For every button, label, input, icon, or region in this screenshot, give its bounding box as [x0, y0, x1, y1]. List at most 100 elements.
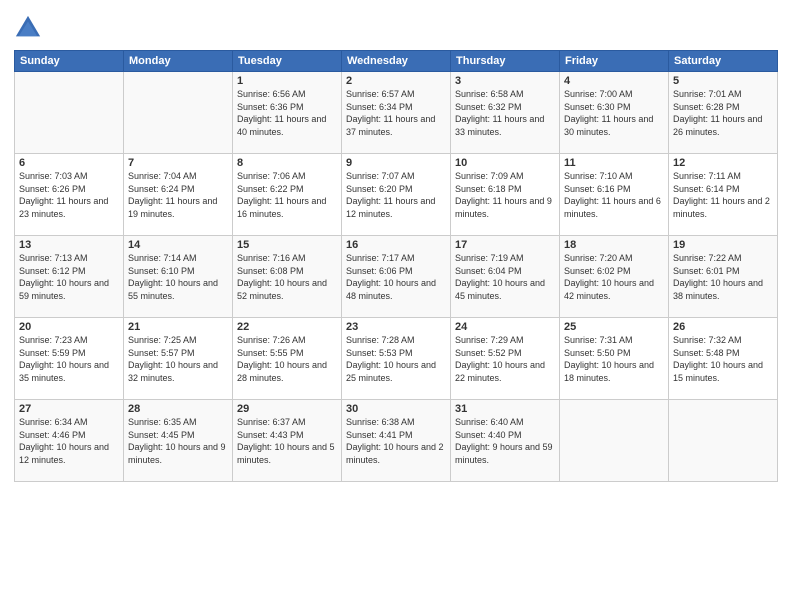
week-row-5: 27Sunrise: 6:34 AMSunset: 4:46 PMDayligh… [15, 400, 778, 482]
week-row-1: 1Sunrise: 6:56 AMSunset: 6:36 PMDaylight… [15, 72, 778, 154]
day-cell: 24Sunrise: 7:29 AMSunset: 5:52 PMDayligh… [451, 318, 560, 400]
cell-content: Sunrise: 7:26 AMSunset: 5:55 PMDaylight:… [237, 334, 337, 384]
day-cell: 15Sunrise: 7:16 AMSunset: 6:08 PMDayligh… [233, 236, 342, 318]
day-number: 21 [128, 321, 228, 333]
day-number: 6 [19, 157, 119, 169]
day-cell: 3Sunrise: 6:58 AMSunset: 6:32 PMDaylight… [451, 72, 560, 154]
day-cell [124, 72, 233, 154]
day-cell: 27Sunrise: 6:34 AMSunset: 4:46 PMDayligh… [15, 400, 124, 482]
day-number: 8 [237, 157, 337, 169]
day-cell: 28Sunrise: 6:35 AMSunset: 4:45 PMDayligh… [124, 400, 233, 482]
week-row-2: 6Sunrise: 7:03 AMSunset: 6:26 PMDaylight… [15, 154, 778, 236]
cell-content: Sunrise: 7:06 AMSunset: 6:22 PMDaylight:… [237, 170, 337, 220]
cell-content: Sunrise: 7:29 AMSunset: 5:52 PMDaylight:… [455, 334, 555, 384]
week-row-4: 20Sunrise: 7:23 AMSunset: 5:59 PMDayligh… [15, 318, 778, 400]
day-cell: 13Sunrise: 7:13 AMSunset: 6:12 PMDayligh… [15, 236, 124, 318]
cell-content: Sunrise: 6:58 AMSunset: 6:32 PMDaylight:… [455, 88, 555, 138]
day-number: 10 [455, 157, 555, 169]
day-number: 15 [237, 239, 337, 251]
cell-content: Sunrise: 6:57 AMSunset: 6:34 PMDaylight:… [346, 88, 446, 138]
cell-content: Sunrise: 7:07 AMSunset: 6:20 PMDaylight:… [346, 170, 446, 220]
day-number: 24 [455, 321, 555, 333]
day-number: 27 [19, 403, 119, 415]
day-cell: 14Sunrise: 7:14 AMSunset: 6:10 PMDayligh… [124, 236, 233, 318]
cell-content: Sunrise: 7:01 AMSunset: 6:28 PMDaylight:… [673, 88, 773, 138]
day-number: 22 [237, 321, 337, 333]
cell-content: Sunrise: 6:38 AMSunset: 4:41 PMDaylight:… [346, 416, 446, 466]
header [14, 10, 778, 42]
logo-icon [14, 14, 42, 42]
cell-content: Sunrise: 7:14 AMSunset: 6:10 PMDaylight:… [128, 252, 228, 302]
cell-content: Sunrise: 7:13 AMSunset: 6:12 PMDaylight:… [19, 252, 119, 302]
cell-content: Sunrise: 6:56 AMSunset: 6:36 PMDaylight:… [237, 88, 337, 138]
day-cell [669, 400, 778, 482]
cell-content: Sunrise: 7:23 AMSunset: 5:59 PMDaylight:… [19, 334, 119, 384]
cell-content: Sunrise: 7:20 AMSunset: 6:02 PMDaylight:… [564, 252, 664, 302]
day-number: 14 [128, 239, 228, 251]
day-cell: 10Sunrise: 7:09 AMSunset: 6:18 PMDayligh… [451, 154, 560, 236]
weekday-saturday: Saturday [669, 51, 778, 72]
calendar-table: SundayMondayTuesdayWednesdayThursdayFrid… [14, 50, 778, 482]
day-cell: 30Sunrise: 6:38 AMSunset: 4:41 PMDayligh… [342, 400, 451, 482]
weekday-header-row: SundayMondayTuesdayWednesdayThursdayFrid… [15, 51, 778, 72]
cell-content: Sunrise: 7:19 AMSunset: 6:04 PMDaylight:… [455, 252, 555, 302]
day-number: 11 [564, 157, 664, 169]
cell-content: Sunrise: 6:35 AMSunset: 4:45 PMDaylight:… [128, 416, 228, 466]
cell-content: Sunrise: 7:17 AMSunset: 6:06 PMDaylight:… [346, 252, 446, 302]
cell-content: Sunrise: 7:00 AMSunset: 6:30 PMDaylight:… [564, 88, 664, 138]
cell-content: Sunrise: 7:03 AMSunset: 6:26 PMDaylight:… [19, 170, 119, 220]
cell-content: Sunrise: 7:04 AMSunset: 6:24 PMDaylight:… [128, 170, 228, 220]
day-cell: 22Sunrise: 7:26 AMSunset: 5:55 PMDayligh… [233, 318, 342, 400]
day-cell: 19Sunrise: 7:22 AMSunset: 6:01 PMDayligh… [669, 236, 778, 318]
day-cell: 18Sunrise: 7:20 AMSunset: 6:02 PMDayligh… [560, 236, 669, 318]
day-cell: 16Sunrise: 7:17 AMSunset: 6:06 PMDayligh… [342, 236, 451, 318]
weekday-thursday: Thursday [451, 51, 560, 72]
weekday-tuesday: Tuesday [233, 51, 342, 72]
day-cell [560, 400, 669, 482]
day-cell: 12Sunrise: 7:11 AMSunset: 6:14 PMDayligh… [669, 154, 778, 236]
weekday-monday: Monday [124, 51, 233, 72]
logo [14, 14, 44, 42]
day-cell: 29Sunrise: 6:37 AMSunset: 4:43 PMDayligh… [233, 400, 342, 482]
cell-content: Sunrise: 7:10 AMSunset: 6:16 PMDaylight:… [564, 170, 664, 220]
day-cell: 21Sunrise: 7:25 AMSunset: 5:57 PMDayligh… [124, 318, 233, 400]
day-number: 20 [19, 321, 119, 333]
day-number: 17 [455, 239, 555, 251]
day-number: 12 [673, 157, 773, 169]
day-cell: 5Sunrise: 7:01 AMSunset: 6:28 PMDaylight… [669, 72, 778, 154]
day-cell: 25Sunrise: 7:31 AMSunset: 5:50 PMDayligh… [560, 318, 669, 400]
day-cell: 23Sunrise: 7:28 AMSunset: 5:53 PMDayligh… [342, 318, 451, 400]
cell-content: Sunrise: 6:34 AMSunset: 4:46 PMDaylight:… [19, 416, 119, 466]
day-number: 9 [346, 157, 446, 169]
cell-content: Sunrise: 7:16 AMSunset: 6:08 PMDaylight:… [237, 252, 337, 302]
day-cell: 8Sunrise: 7:06 AMSunset: 6:22 PMDaylight… [233, 154, 342, 236]
day-cell: 9Sunrise: 7:07 AMSunset: 6:20 PMDaylight… [342, 154, 451, 236]
day-number: 1 [237, 75, 337, 87]
day-cell: 11Sunrise: 7:10 AMSunset: 6:16 PMDayligh… [560, 154, 669, 236]
day-number: 25 [564, 321, 664, 333]
day-number: 18 [564, 239, 664, 251]
day-cell: 20Sunrise: 7:23 AMSunset: 5:59 PMDayligh… [15, 318, 124, 400]
day-number: 19 [673, 239, 773, 251]
weekday-friday: Friday [560, 51, 669, 72]
day-number: 16 [346, 239, 446, 251]
day-number: 5 [673, 75, 773, 87]
day-number: 26 [673, 321, 773, 333]
day-cell: 31Sunrise: 6:40 AMSunset: 4:40 PMDayligh… [451, 400, 560, 482]
week-row-3: 13Sunrise: 7:13 AMSunset: 6:12 PMDayligh… [15, 236, 778, 318]
cell-content: Sunrise: 6:40 AMSunset: 4:40 PMDaylight:… [455, 416, 555, 466]
day-number: 30 [346, 403, 446, 415]
cell-content: Sunrise: 7:09 AMSunset: 6:18 PMDaylight:… [455, 170, 555, 220]
cell-content: Sunrise: 7:11 AMSunset: 6:14 PMDaylight:… [673, 170, 773, 220]
cell-content: Sunrise: 7:22 AMSunset: 6:01 PMDaylight:… [673, 252, 773, 302]
day-cell [15, 72, 124, 154]
weekday-wednesday: Wednesday [342, 51, 451, 72]
day-cell: 6Sunrise: 7:03 AMSunset: 6:26 PMDaylight… [15, 154, 124, 236]
cell-content: Sunrise: 7:28 AMSunset: 5:53 PMDaylight:… [346, 334, 446, 384]
day-number: 7 [128, 157, 228, 169]
day-cell: 2Sunrise: 6:57 AMSunset: 6:34 PMDaylight… [342, 72, 451, 154]
day-number: 4 [564, 75, 664, 87]
weekday-sunday: Sunday [15, 51, 124, 72]
day-cell: 26Sunrise: 7:32 AMSunset: 5:48 PMDayligh… [669, 318, 778, 400]
day-number: 28 [128, 403, 228, 415]
